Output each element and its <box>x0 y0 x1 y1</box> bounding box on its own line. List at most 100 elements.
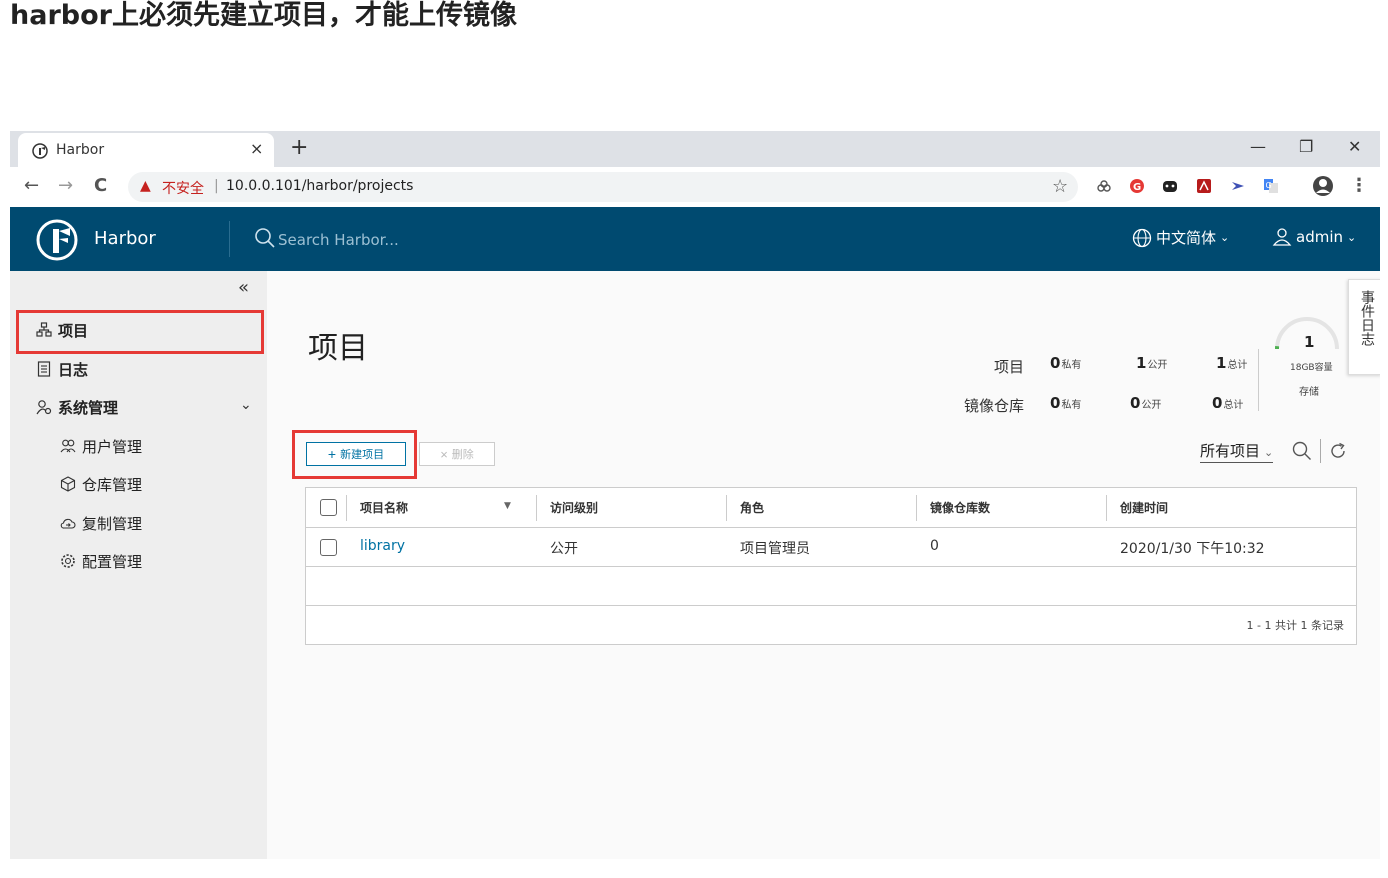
sidebar-item-logs[interactable]: 日志 <box>10 351 267 387</box>
profile-icon[interactable] <box>1312 175 1334 197</box>
sidebar-item-configuration[interactable]: 配置管理 <box>10 543 267 579</box>
storage-count: 1 <box>1304 333 1315 351</box>
refresh-icon[interactable] <box>1328 441 1348 461</box>
globe-icon <box>1132 228 1152 247</box>
column-separator <box>1106 495 1107 521</box>
reload-icon[interactable]: C <box>94 175 107 196</box>
insecure-label[interactable]: 不安全 <box>162 178 204 198</box>
table-empty-row <box>306 567 1356 606</box>
user-icon <box>1272 228 1292 246</box>
filter-label: 所有项目 <box>1200 442 1261 460</box>
username: admin <box>1296 228 1343 246</box>
extension-bear-icon[interactable] <box>1162 178 1178 194</box>
filter-icon[interactable]: ▼ <box>504 501 511 511</box>
sidebar-item-label: 日志 <box>58 361 89 379</box>
svg-text:G: G <box>1266 181 1272 190</box>
sidebar-item-replication[interactable]: 复制管理 <box>10 505 267 541</box>
chevron-down-icon: ⌄ <box>1220 231 1230 244</box>
tab-strip: Harbor × + — ❐ ✕ <box>10 131 1380 167</box>
back-icon[interactable]: ← <box>24 175 39 196</box>
delete-button[interactable]: × 删除 <box>419 442 495 466</box>
doc-heading: harbor上必须先建立项目，才能上传镜像 <box>10 0 517 31</box>
browser-toolbar: ← → C ▲ 不安全 | 10.0.0.101/harbor/projects… <box>10 167 1380 207</box>
minimize-icon[interactable]: — <box>1250 137 1266 156</box>
column-separator <box>346 495 347 521</box>
log-icon <box>37 361 51 377</box>
tab-close-icon[interactable]: × <box>250 139 263 158</box>
url-text[interactable]: 10.0.0.101/harbor/projects <box>226 178 413 194</box>
header-repo-count[interactable]: 镜像仓库数 <box>930 499 990 516</box>
language-selector[interactable]: 中文简体 ⌄ <box>1132 227 1229 248</box>
address-separator: | <box>214 178 219 194</box>
search-input[interactable] <box>276 227 580 253</box>
project-name-link[interactable]: library <box>360 538 405 554</box>
header-access[interactable]: 访问级别 <box>550 499 598 516</box>
storage-capacity: 18GB容量 <box>1290 363 1333 373</box>
users-icon <box>60 439 76 453</box>
chevron-down-icon[interactable]: ⌄ <box>240 397 252 413</box>
project-filter-select[interactable]: 所有项目 ⌄ <box>1200 440 1274 463</box>
restore-icon[interactable]: ❐ <box>1299 137 1313 156</box>
cell-created: 2020/1/30 下午10:32 <box>1120 541 1265 557</box>
chevron-down-icon: ⌄ <box>1264 446 1274 459</box>
address-bar[interactable]: ▲ 不安全 | 10.0.0.101/harbor/projects ☆ <box>128 172 1078 202</box>
cell-role: 项目管理员 <box>740 541 810 557</box>
sidebar-item-label: 仓库管理 <box>82 476 143 494</box>
sidebar-item-label: 复制管理 <box>82 515 143 533</box>
header-name[interactable]: 项目名称 <box>360 499 408 516</box>
svg-text:G: G <box>1133 182 1141 193</box>
stat-projects-public: 1公开 <box>1136 354 1168 372</box>
search-icon[interactable] <box>254 227 276 249</box>
select-all-checkbox[interactable] <box>320 499 337 516</box>
collapse-sidebar-icon[interactable]: « <box>238 277 249 298</box>
sidebar: « 项目 日志 系统管理 ⌄ 用户管理 仓库管理 复制管理 配置管理 <box>10 271 267 859</box>
user-menu[interactable]: admin ⌄ <box>1272 227 1356 247</box>
gear-icon <box>61 554 75 568</box>
brand-name[interactable]: Harbor <box>94 228 156 249</box>
cube-icon <box>60 476 76 492</box>
header-role[interactable]: 角色 <box>740 499 764 516</box>
harbor-logo-icon[interactable] <box>36 219 78 261</box>
new-tab-icon[interactable]: + <box>290 135 308 160</box>
storage-label: 存储 <box>1299 387 1319 398</box>
sidebar-item-registries[interactable]: 仓库管理 <box>10 466 267 502</box>
stat-repos-total: 0总计 <box>1212 394 1244 412</box>
warning-icon: ▲ <box>140 178 151 194</box>
new-project-label: 新建项目 <box>340 449 385 461</box>
admin-icon <box>36 400 52 415</box>
header-created[interactable]: 创建时间 <box>1120 499 1168 516</box>
table-header: 项目名称 ▼ 访问级别 角色 镜像仓库数 创建时间 <box>306 488 1356 528</box>
sidebar-item-administration[interactable]: 系统管理 ⌄ <box>10 389 267 425</box>
stat-projects-total: 1总计 <box>1216 354 1248 372</box>
sidebar-item-users[interactable]: 用户管理 <box>10 428 267 464</box>
row-checkbox[interactable] <box>320 539 337 556</box>
cell-repo-count: 0 <box>930 538 939 554</box>
language-label: 中文简体 <box>1156 229 1217 247</box>
search-icon[interactable] <box>1292 441 1312 461</box>
harbor-favicon-icon <box>32 143 48 159</box>
extension-cloud-icon[interactable] <box>1096 178 1112 194</box>
tab-harbor[interactable]: Harbor × <box>18 133 274 167</box>
cloud-sync-icon <box>60 518 76 529</box>
extension-red-c-icon[interactable]: G <box>1129 178 1145 194</box>
sidebar-item-label: 系统管理 <box>58 399 119 417</box>
close-icon: × <box>440 446 448 462</box>
event-log-label: 事件日志 <box>1359 290 1375 346</box>
bookmark-star-icon[interactable]: ☆ <box>1052 176 1068 197</box>
highlight-projects-box <box>16 310 264 354</box>
close-window-icon[interactable]: ✕ <box>1348 137 1361 156</box>
toolbar-divider <box>1320 439 1321 463</box>
extension-translate-icon[interactable]: G <box>1263 178 1279 194</box>
browser-menu-icon[interactable]: ⋮ <box>1350 175 1368 196</box>
extension-pdf-icon[interactable] <box>1196 178 1212 194</box>
page-title: 项目 <box>308 331 368 366</box>
extension-bird-icon[interactable] <box>1230 178 1246 194</box>
event-log-tab[interactable]: 事件日志 <box>1348 279 1380 375</box>
stat-label-repos: 镜像仓库 <box>964 397 1025 415</box>
stat-projects-private: 0私有 <box>1050 354 1082 372</box>
plus-icon: + <box>327 446 337 462</box>
forward-icon[interactable]: → <box>58 175 73 196</box>
new-project-button[interactable]: + 新建项目 <box>306 442 406 466</box>
delete-label: 删除 <box>451 449 474 461</box>
sidebar-item-label: 配置管理 <box>82 553 143 571</box>
